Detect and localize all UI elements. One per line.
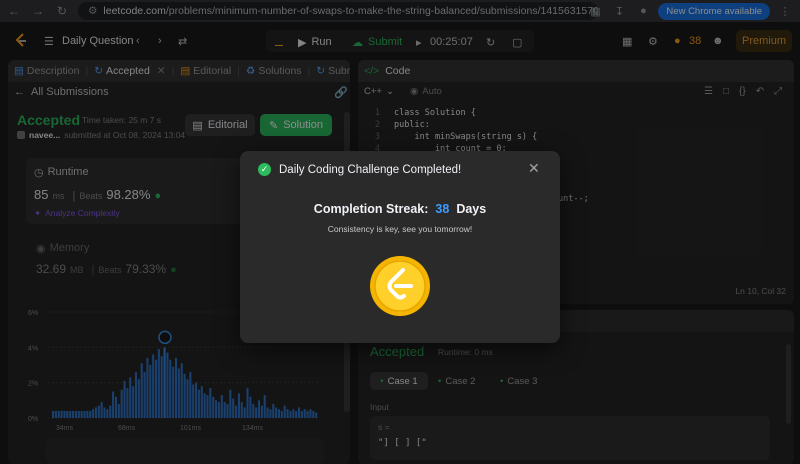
streak-line: Completion Streak: 38 Days — [240, 202, 560, 216]
modal-title: Daily Coding Challenge Completed! — [279, 163, 462, 176]
streak-label: Completion Streak: — [313, 202, 429, 216]
leetcode-coin-icon — [369, 255, 431, 317]
streak-value: 38 — [435, 202, 450, 216]
streak-unit: Days — [456, 202, 487, 216]
daily-challenge-modal: ✓ Daily Coding Challenge Completed! ✕ Co… — [240, 151, 560, 343]
modal-message: Consistency is key, see you tomorrow! — [327, 224, 473, 234]
close-icon[interactable]: ✕ — [528, 160, 540, 177]
check-circle-icon: ✓ — [258, 163, 271, 176]
modal-header: ✓ Daily Coding Challenge Completed! — [258, 163, 461, 176]
